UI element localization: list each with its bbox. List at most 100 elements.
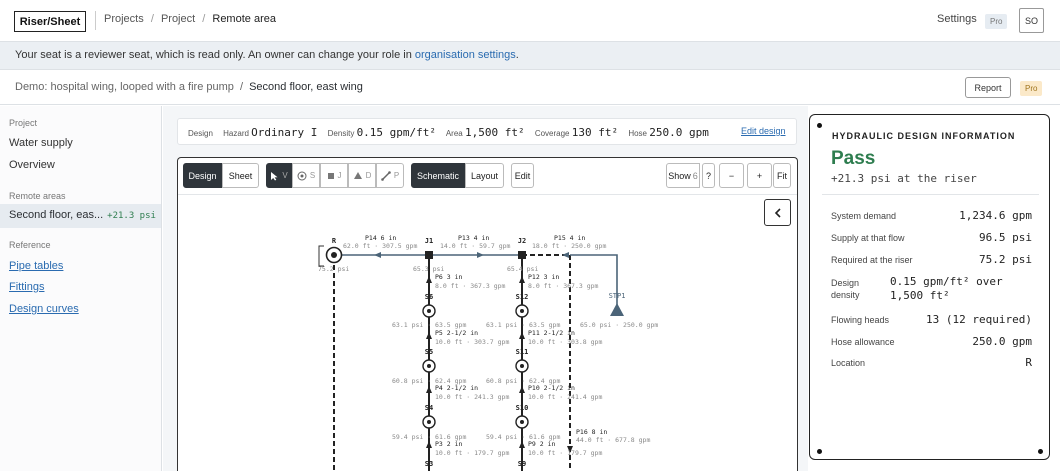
sidebar-section-remote-areas: Remote areas — [9, 191, 66, 201]
card-title: HYDRAULIC DESIGN INFORMATION — [832, 131, 1016, 141]
reading-s12: 63.1 psi · 63.5 gpm — [486, 321, 560, 329]
supply-tool-button[interactable]: D — [348, 163, 376, 188]
node-label-j2: J2 — [518, 237, 526, 245]
banner-end: . — [515, 49, 519, 61]
node-label-s4: S4 — [425, 404, 433, 412]
hose-value: 250.0 gpm — [649, 126, 709, 139]
column-arrows — [426, 276, 573, 453]
pro-badge: Pro — [985, 14, 1008, 29]
pipe-tool-button[interactable]: P — [376, 163, 404, 188]
organisation-settings-link[interactable]: organisation settings — [415, 49, 516, 61]
reading-j2: 65.4 psi — [507, 265, 538, 273]
junction-j2[interactable] — [518, 251, 526, 259]
pipe-detail-p13: 14.0 ft · 59.7 gpm — [440, 242, 511, 250]
settings-link[interactable]: Settings — [937, 13, 977, 25]
zoom-out-button[interactable]: − — [719, 163, 744, 188]
sprinkler-s4[interactable] — [422, 415, 436, 429]
design-tab[interactable]: Design — [183, 163, 222, 188]
design-strip: Design Hazard Ordinary I Density 0.15 gp… — [177, 118, 797, 145]
card-divider — [822, 194, 1039, 195]
breadcrumb: Projects / Project / Remote area — [104, 13, 276, 25]
row-label-hose: Hose allowance — [831, 337, 895, 347]
select-tool-button[interactable]: V — [266, 163, 292, 188]
sprinkler-s6[interactable] — [422, 304, 436, 318]
row-label-system-demand: System demand — [831, 211, 897, 221]
standpipe-triangle — [610, 303, 624, 316]
node-label-s3: S3 — [425, 460, 433, 468]
row-label-flowing-heads: Flowing heads — [831, 315, 890, 325]
row-value-hose: 250.0 gpm — [972, 335, 1032, 348]
layout-view-button[interactable]: Layout — [465, 163, 504, 188]
divider — [95, 11, 96, 30]
fit-button[interactable]: Fit — [773, 163, 791, 188]
top-bar: Riser/Sheet Projects / Project / Remote … — [0, 0, 1060, 42]
pass-subtitle: +21.3 psi at the riser — [831, 172, 977, 185]
edit-design-link[interactable]: Edit design — [741, 126, 786, 136]
node-label-s6: S6 — [425, 293, 433, 301]
sprinkler-s11[interactable] — [515, 359, 529, 373]
breadcrumb-separator: / — [150, 13, 154, 25]
reading-r: 75.2 psi — [318, 265, 349, 273]
hydraulic-schematic: R J1 J2 S6 S12 S5 S11 S4 S10 S3 S9 STP1 … — [318, 234, 658, 471]
sidebar: Project Water supply Overview Remote are… — [0, 106, 162, 471]
sprinkler-s5[interactable] — [422, 359, 436, 373]
junction-j1[interactable] — [425, 251, 433, 259]
node-label-s12: S12 — [516, 293, 529, 301]
sidebar-link-pipe-tables[interactable]: Pipe tables — [9, 260, 63, 272]
pipe-detail-p12: 8.0 ft · 367.3 gpm — [528, 282, 599, 290]
reading-stp: 65.0 psi · 250.0 gpm — [580, 321, 658, 329]
row-value-required: 75.2 psi — [979, 253, 1032, 266]
app-logo[interactable]: Riser/Sheet — [14, 11, 86, 32]
hydraulic-info-card: HYDRAULIC DESIGN INFORMATION Pass +21.3 … — [809, 114, 1050, 460]
report-pro-badge: Pro — [1020, 81, 1043, 96]
sidebar-link-design-curves[interactable]: Design curves — [9, 303, 79, 315]
zoom-in-button[interactable]: + — [747, 163, 772, 188]
row-value-location: R — [1025, 356, 1032, 369]
card-corner-dot — [817, 123, 822, 128]
sprinkler-tool-button[interactable]: S — [292, 163, 320, 188]
pipe-detail-p14: 62.0 ft · 307.5 gpm — [343, 242, 417, 250]
junction-tool-button[interactable]: J — [320, 163, 348, 188]
reading-s11: 60.8 psi · 62.4 gpm — [486, 377, 560, 385]
pipe-detail-p15: 18.0 ft · 250.0 gpm — [532, 242, 606, 250]
breadcrumb-project[interactable]: Project — [161, 13, 195, 25]
sidebar-item-overview[interactable]: Overview — [9, 159, 55, 171]
sprinkler-s12[interactable] — [515, 304, 529, 318]
area-label: Area — [445, 129, 463, 138]
edit-button[interactable]: Edit — [511, 163, 534, 188]
hazard-label: Hazard — [223, 129, 249, 138]
node-label-stp1: STP1 — [609, 292, 626, 300]
sidebar-item-remote-area[interactable]: Second floor, eas... +21.3 psi — [0, 204, 161, 228]
sidebar-link-fittings[interactable]: Fittings — [9, 281, 44, 293]
project-name[interactable]: Demo: hospital wing, looped with a fire … — [15, 81, 234, 93]
pipe-label-p16: P16 8 in — [576, 428, 607, 436]
hose-label: Hose — [628, 129, 648, 138]
pipe-detail-p6: 8.0 ft · 367.3 gpm — [435, 282, 506, 290]
show-labels-button[interactable]: Show 6 — [666, 163, 700, 188]
cursor-icon — [271, 171, 278, 180]
pipe-detail-p3: 10.0 ft · 179.7 gpm — [435, 449, 509, 457]
pipe-detail-p16: 44.0 ft · 677.8 gpm — [576, 436, 650, 444]
row-label-location: Location — [831, 358, 866, 368]
row-label-required: Required at the riser — [831, 255, 913, 265]
sidebar-item-water-supply[interactable]: Water supply — [9, 137, 73, 149]
sprinkler-s10[interactable] — [515, 415, 529, 429]
avatar[interactable]: SO — [1019, 8, 1044, 33]
pipe-label-p14: P14 6 in — [365, 234, 396, 242]
node-label-s10: S10 — [516, 404, 529, 412]
riser-bracket — [318, 245, 324, 267]
hazard-value: Ordinary I — [251, 126, 318, 139]
reading-s6: 63.1 psi · 63.5 gpm — [392, 321, 466, 329]
pipe-label-p11: P11 2-1/2 in — [528, 329, 575, 337]
schematic-view-button[interactable]: Schematic — [411, 163, 465, 188]
supply-tool-icon — [353, 172, 362, 179]
sprinkler-tool-icon — [297, 171, 307, 180]
help-button[interactable]: ? — [702, 163, 715, 188]
sidebar-section-reference: Reference — [9, 240, 51, 250]
show-label: Show — [668, 170, 691, 181]
sheet-tab[interactable]: Sheet — [222, 163, 259, 188]
report-button[interactable]: Report — [965, 77, 1011, 98]
banner-text: Your seat is a reviewer seat, which is r… — [15, 49, 412, 61]
breadcrumb-projects[interactable]: Projects — [104, 13, 144, 25]
breadcrumb-current: Remote area — [212, 13, 276, 25]
